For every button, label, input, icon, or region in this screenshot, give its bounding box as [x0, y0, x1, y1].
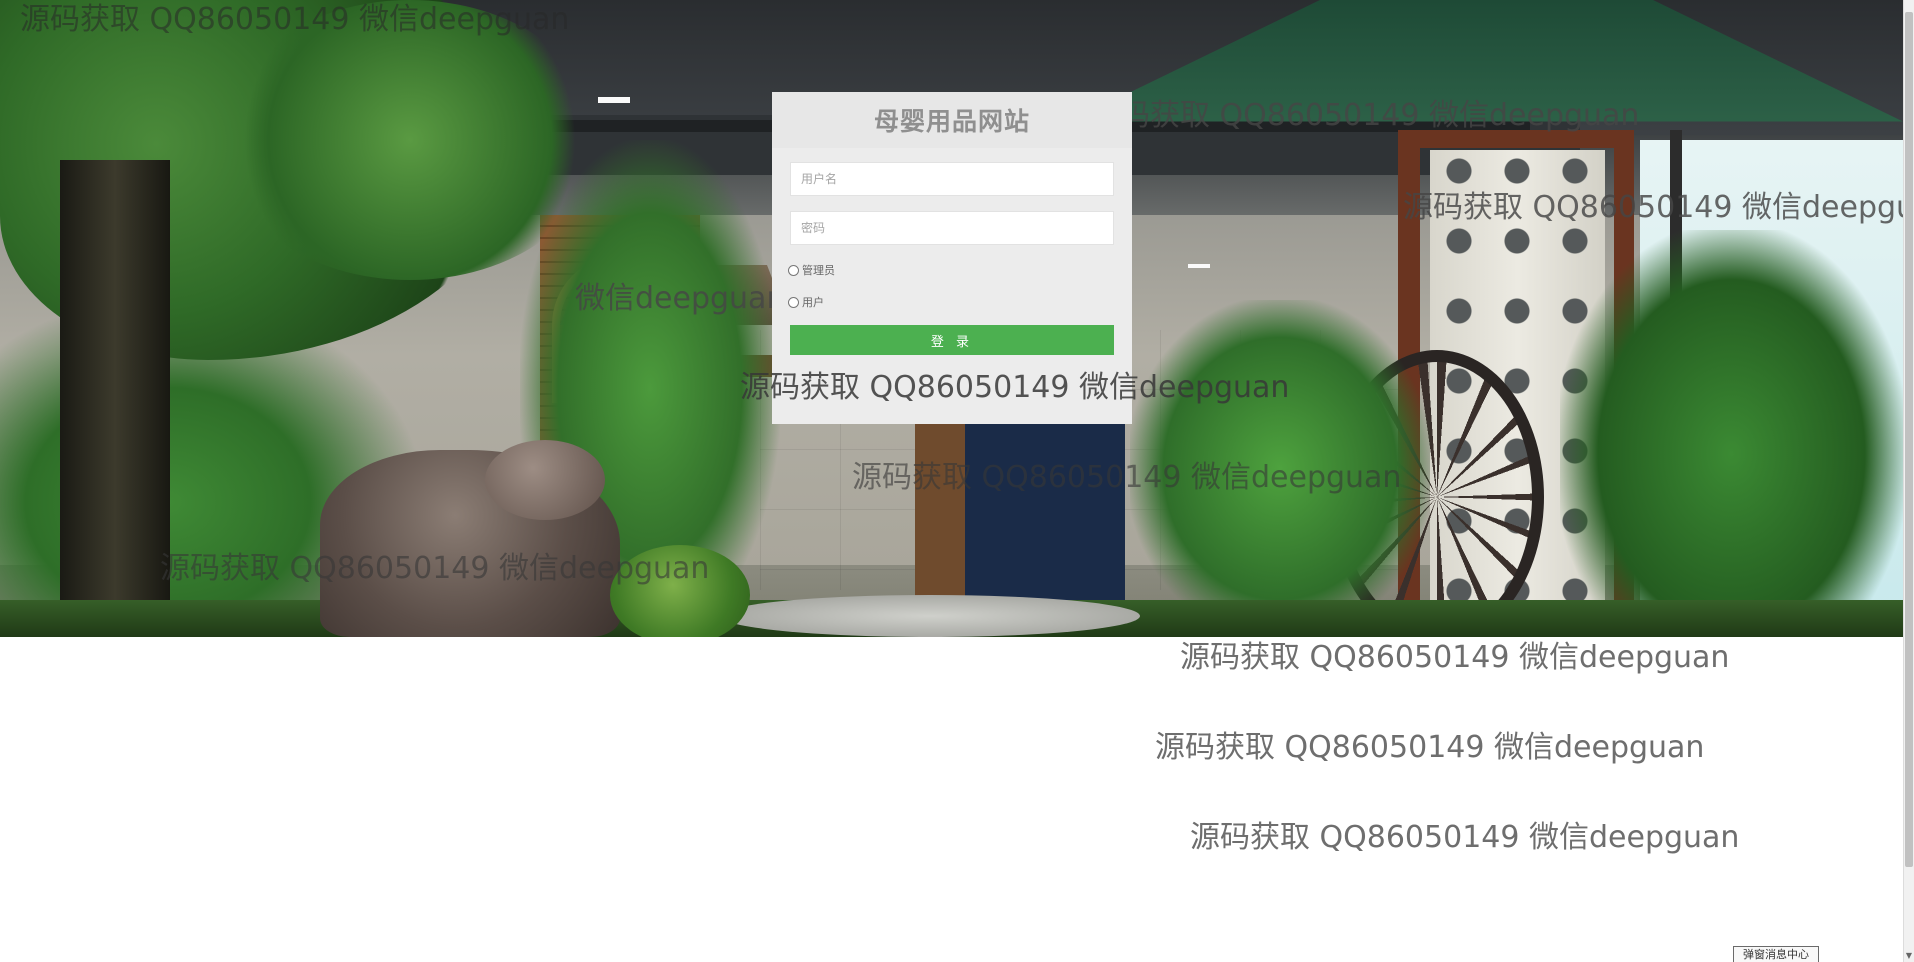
admin-radio[interactable]: [788, 264, 799, 276]
bg-ceiling-light-2: [1188, 264, 1210, 268]
watermark-9: 源码获取 QQ86050149 微信deepguan: [1190, 820, 1740, 855]
admin-radio-label: 管理员: [802, 264, 835, 277]
scrollbar-thumb[interactable]: [1905, 12, 1913, 867]
bg-dark-doorway: [965, 420, 1125, 600]
bg-frame-top: [1398, 130, 1634, 148]
role-option-admin[interactable]: 管理员: [788, 262, 835, 278]
role-option-user[interactable]: 用户: [788, 294, 824, 310]
user-radio[interactable]: [788, 296, 799, 308]
watermark-8: 源码获取 QQ86050149 微信deepguan: [1155, 730, 1705, 765]
scroll-down-arrow-icon[interactable]: ▼: [1904, 950, 1914, 962]
bg-ceiling-light: [598, 97, 630, 103]
vertical-scrollbar[interactable]: ▼: [1903, 0, 1914, 962]
popup-message-center-tab[interactable]: 弹窗消息中心: [1733, 946, 1819, 962]
login-panel: 母婴用品网站 管理员 用户 登 录: [772, 92, 1132, 424]
bg-bamboo-3: [1560, 230, 1903, 637]
password-input[interactable]: [790, 211, 1114, 245]
site-title: 母婴用品网站: [772, 92, 1132, 148]
bg-shrub: [610, 545, 750, 637]
page-viewport: 源码获取 QQ86050149 微信deepguan 源码获取 QQ860501…: [0, 0, 1914, 962]
username-input[interactable]: [790, 162, 1114, 196]
user-radio-label: 用户: [802, 296, 824, 309]
bg-rock: [485, 440, 605, 520]
bg-bamboo-2: [1130, 300, 1430, 637]
bg-stone-path: [720, 595, 1140, 637]
login-button[interactable]: 登 录: [790, 325, 1114, 355]
bg-tree-trunk: [60, 160, 170, 637]
watermark-7: 源码获取 QQ86050149 微信deepguan: [1180, 640, 1730, 675]
